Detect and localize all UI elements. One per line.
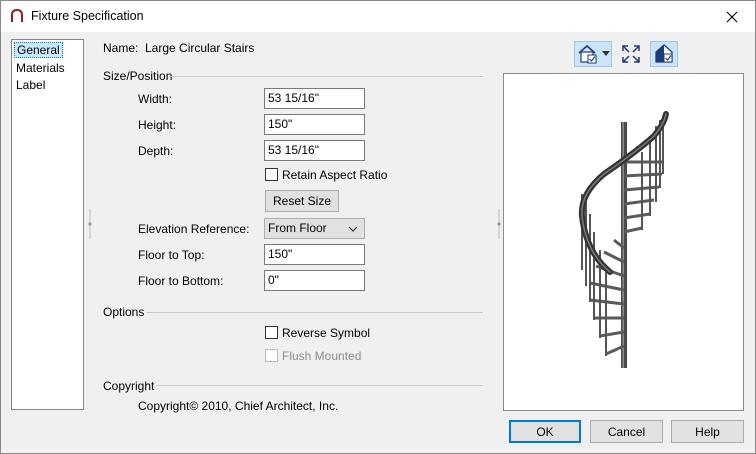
title-bar: Fixture Specification [1,1,755,32]
name-value: Large Circular Stairs [145,41,255,55]
fill-window-button[interactable] [618,41,644,67]
depth-label: Depth: [138,144,174,158]
elevation-reference-label: Elevation Reference: [138,222,250,236]
ok-button[interactable]: OK [509,420,581,443]
app-arch-icon [11,8,23,22]
nav-item-materials[interactable]: Materials [14,60,67,76]
ok-label: OK [536,424,554,439]
height-field[interactable]: 150" [264,114,365,135]
close-button[interactable] [709,1,755,32]
nav-item-label[interactable]: Label [14,77,47,93]
help-label: Help [695,424,720,439]
reset-size-button[interactable]: Reset Size [265,190,339,212]
fixture-preview-panel[interactable] [503,73,744,411]
window-title: Fixture Specification [31,9,144,23]
options-divider [147,312,483,313]
elevation-reference-value: From Floor [268,221,327,235]
floor-to-top-field[interactable]: 150" [264,244,365,265]
copyright-text: Copyright© 2010, Chief Architect, Inc. [138,399,339,413]
elevation-reference-select[interactable]: From Floor [264,218,365,239]
retain-aspect-ratio-checkbox[interactable] [265,168,278,181]
view-angle-icon [577,44,596,64]
depth-field[interactable]: 53 15/16" [264,140,365,161]
view-angle-button[interactable] [574,41,612,67]
fill-window-icon [622,45,640,63]
copyright-heading: Copyright [103,379,155,393]
reverse-symbol-label: Reverse Symbol [282,326,371,340]
left-splitter-handle[interactable] [87,209,93,239]
width-field[interactable]: 53 15/16" [264,88,365,109]
size-position-divider [169,76,483,77]
chevron-down-icon [348,226,358,232]
right-splitter-handle[interactable] [496,209,502,239]
floor-to-top-label: Floor to Top: [138,248,205,262]
flush-mounted-checkbox[interactable] [265,349,278,362]
floor-to-bottom-label: Floor to Bottom: [138,274,224,288]
chevron-down-icon [601,51,610,56]
width-label: Width: [138,92,173,106]
help-button[interactable]: Help [671,420,744,443]
nav-item-general[interactable]: General [14,42,63,58]
fixture-specification-dialog: Fixture Specification General Materials … [0,0,756,454]
options-heading: Options [103,305,145,319]
spiral-stair-preview [578,111,669,368]
retain-aspect-ratio-label: Retain Aspect Ratio [282,168,388,182]
cancel-label: Cancel [607,424,646,439]
flush-mounted-label: Flush Mounted [282,349,362,363]
copyright-divider [157,385,483,386]
name-label: Name: [103,41,139,55]
preview-mode-button[interactable] [650,41,678,67]
reverse-symbol-checkbox[interactable] [265,326,278,339]
preview-mode-icon [655,44,673,63]
close-icon [726,11,738,22]
floor-to-bottom-field[interactable]: 0" [264,270,365,291]
height-label: Height: [138,118,177,132]
cancel-button[interactable]: Cancel [590,420,663,443]
category-list: General Materials Label [11,39,84,410]
size-position-heading: Size/Position [103,69,173,83]
reset-size-label: Reset Size [272,194,332,208]
